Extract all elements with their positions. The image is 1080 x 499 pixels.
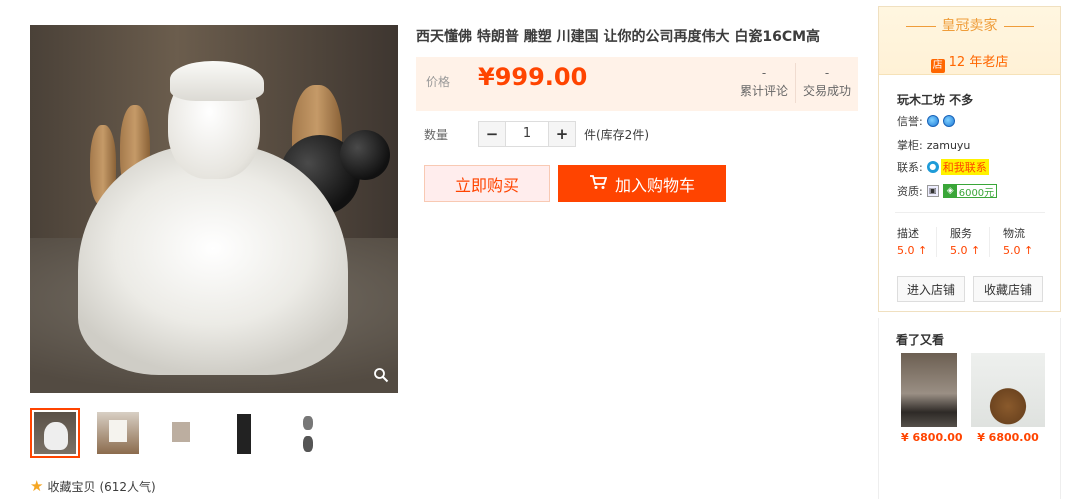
seated-statue-thumb-icon [34, 412, 76, 454]
score-label: 物流 [1003, 227, 1025, 240]
add-to-cart-button[interactable]: 加入购物车 [558, 165, 726, 202]
statue-box-thumb-icon [97, 412, 139, 454]
reputation-medal-icon[interactable] [942, 115, 955, 127]
see-also-panel: 看了又看 ¥ 6800.00 ¥ 6800.00 [878, 318, 1061, 499]
review-count-stat[interactable]: - 累计评论 [733, 65, 795, 99]
quantity-increase-button[interactable]: + [549, 122, 575, 146]
product-title: 西天懂佛 特朗普 雕塑 川建国 让你的公司再度伟大 白瓷16CM高 [416, 29, 821, 45]
quantity-decrease-button[interactable]: − [479, 122, 505, 146]
score-description: 描述 5.0 ↑ [897, 225, 945, 257]
favorite-item[interactable]: ★ 收藏宝贝 (612人气) [30, 477, 156, 495]
contact-line: 联系: ● 和我联系 [897, 159, 989, 175]
chat-bubble-icon: ● [926, 161, 939, 173]
buy-now-button[interactable]: 立即购买 [424, 165, 550, 202]
quantity-input[interactable]: 1 [505, 122, 549, 146]
statue-hair [170, 61, 264, 101]
reputation-medal-icon[interactable] [926, 115, 939, 127]
dark-sphere-decor [340, 130, 390, 180]
score-label: 服务 [950, 227, 972, 240]
add-to-cart-label: 加入购物车 [614, 175, 695, 195]
deposit-icon: ◈ [943, 185, 957, 197]
thumbnail-statue-dark[interactable] [219, 408, 269, 458]
statue-card-thumb-icon [160, 412, 202, 454]
owner-name[interactable]: zamuyu [927, 139, 971, 152]
thumbnail-statue-card[interactable] [156, 408, 206, 458]
sales-count: - [824, 66, 830, 80]
recommend-price: ¥ 6800.00 [977, 431, 1039, 444]
price-panel: 价格 ¥999.00 - 累计评论 - 交易成功 [416, 57, 858, 111]
review-count-label: 累计评论 [739, 84, 788, 98]
shop-header: 皇冠卖家 店 12 年老店 [879, 7, 1060, 75]
shop-divider [895, 212, 1045, 213]
qualification-label: 资质: [897, 185, 923, 198]
collect-shop-button[interactable]: 收藏店铺 [973, 276, 1043, 302]
contact-text: 和我联系 [940, 159, 989, 175]
owner-label: 掌柜: [897, 139, 923, 152]
score-value: 5.0 ↑ [1003, 244, 1034, 257]
thumbnail-seated-statue[interactable] [30, 408, 80, 458]
owner-line: 掌柜: zamuyu [897, 137, 970, 153]
score-logistics: 物流 5.0 ↑ [1003, 225, 1051, 257]
statue-pair-thumb-icon [286, 412, 328, 454]
shop-panel: 皇冠卖家 店 12 年老店 玩木工坊 不多 信誉: 掌柜: zamuyu 联系: … [878, 6, 1061, 312]
score-label: 描述 [897, 227, 919, 240]
quantity-label: 数量 [424, 127, 449, 142]
quantity-stepper: − 1 + [478, 121, 576, 147]
star-icon: ★ [30, 477, 44, 495]
price-label: 价格 [426, 75, 451, 89]
stock-info: 件(库存2件) [584, 127, 649, 142]
qualification-line: 资质: ▣ ◈ 6000元 [897, 183, 998, 199]
zoom-icon[interactable] [372, 367, 390, 385]
recommend-image [901, 353, 957, 427]
sales-count-stat[interactable]: - 交易成功 [796, 65, 858, 99]
enter-shop-button[interactable]: 进入店铺 [897, 276, 965, 302]
favorite-label: 收藏宝贝 [47, 479, 96, 494]
recommend-price: ¥ 6800.00 [901, 431, 963, 444]
shop-name[interactable]: 玩木工坊 不多 [897, 91, 973, 108]
contact-seller-button[interactable]: ● 和我联系 [926, 159, 989, 175]
shop-age: 店 12 年老店 [879, 51, 1060, 73]
quantity-row: 数量 − 1 + 件(库存2件) [424, 121, 649, 147]
review-count: - [761, 66, 767, 80]
recommend-image [971, 353, 1045, 427]
see-also-title: 看了又看 [896, 333, 945, 347]
thumbnail-statue-box[interactable] [93, 408, 143, 458]
contact-label: 联系: [897, 161, 923, 174]
reputation-line: 信誉: [897, 113, 955, 129]
score-value: 5.0 ↑ [897, 244, 928, 257]
shop-age-label: 12 年老店 [948, 55, 1009, 70]
thumbnail-statue-pair[interactable] [282, 408, 332, 458]
thumbnail-strip [30, 408, 332, 458]
sales-count-label: 交易成功 [802, 84, 851, 98]
favorite-count: (612人气) [99, 479, 156, 494]
score-service: 服务 5.0 ↑ [950, 225, 998, 257]
shop-icon: 店 [930, 59, 945, 73]
deposit-badge[interactable]: ◈ 6000元 [942, 184, 998, 199]
see-also-item[interactable]: ¥ 6800.00 [971, 353, 1045, 444]
crown-seller-badge: 皇冠卖家 [879, 15, 1060, 35]
score-divider [936, 227, 937, 257]
price-value: ¥999.00 [478, 63, 588, 91]
score-value: 5.0 ↑ [950, 244, 981, 257]
certificate-icon[interactable]: ▣ [926, 185, 939, 197]
see-also-item[interactable]: ¥ 6800.00 [901, 353, 963, 444]
statue-body [78, 145, 348, 375]
main-product-image[interactable] [30, 25, 398, 393]
statue-dark-thumb-icon [223, 412, 265, 454]
score-divider [989, 227, 990, 257]
crown-seller-label: 皇冠卖家 [941, 18, 998, 34]
reputation-label: 信誉: [897, 115, 923, 128]
cart-icon [589, 174, 608, 194]
deposit-amount: 6000元 [958, 187, 995, 199]
